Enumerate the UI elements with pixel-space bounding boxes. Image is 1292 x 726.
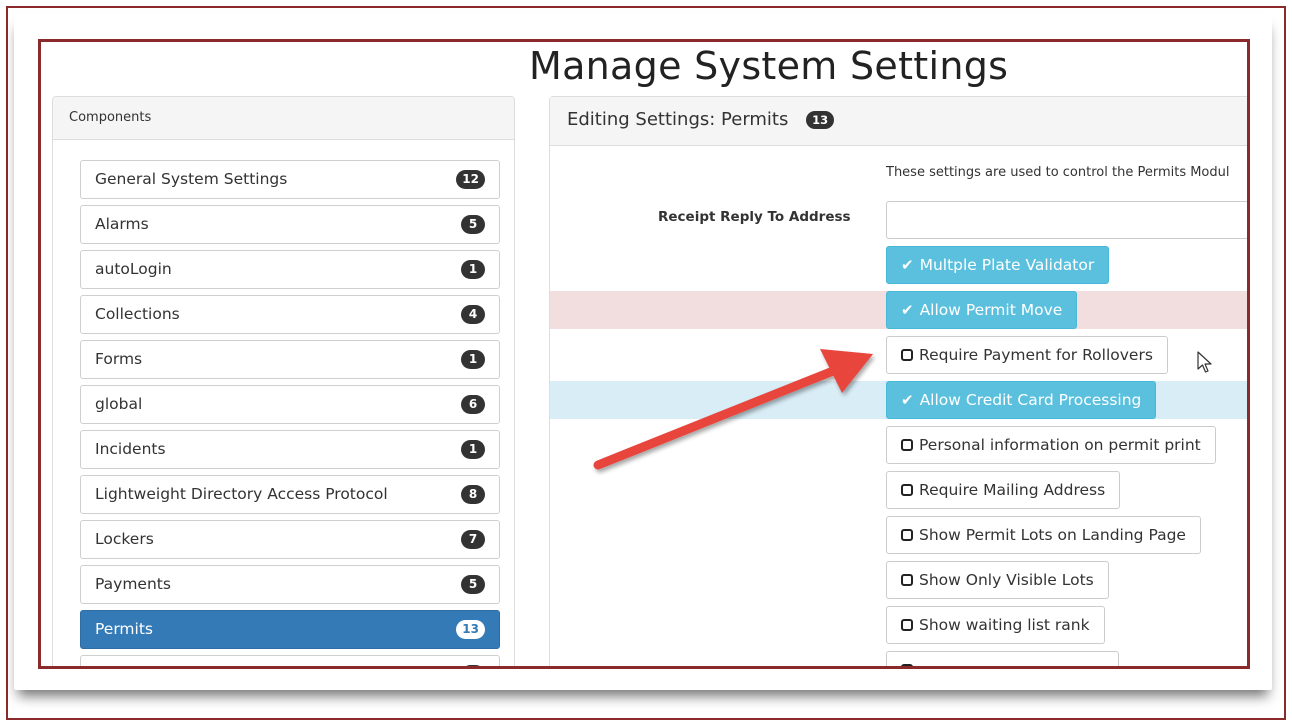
component-item-ldap[interactable]: Lightweight Directory Access Protocol 8	[80, 475, 500, 514]
unchecked-square-icon	[901, 664, 913, 666]
count-badge: 7	[461, 530, 485, 549]
toggle-label: Show Permit Lots on Landing Page	[919, 526, 1186, 544]
count-badge: 12	[456, 170, 485, 189]
toggle-label: Show waiting list rank	[919, 616, 1090, 634]
mouse-cursor-icon	[1197, 351, 1212, 373]
settings-header: Editing Settings: Permits 13	[550, 97, 1247, 146]
toggle-multiple-plate-validator[interactable]: ✔ Multple Plate Validator	[886, 246, 1110, 284]
check-icon: ✔	[901, 301, 914, 319]
toggle-label: Allow Credit Card Processing	[919, 391, 1142, 409]
component-item-global[interactable]: global 6	[80, 385, 500, 424]
unchecked-square-icon	[901, 529, 913, 541]
component-item-partial[interactable]	[80, 655, 500, 666]
toggle-label: Personal information on permit print	[919, 436, 1201, 454]
page-title: Manage System Settings	[529, 44, 1009, 88]
count-badge: 5	[461, 215, 485, 234]
count-badge: 8	[461, 485, 485, 504]
check-icon: ✔	[901, 256, 914, 274]
component-label: Incidents	[95, 440, 166, 458]
toggle-label: Show Only Visible Lots	[919, 571, 1094, 589]
component-label: Alarms	[95, 215, 149, 233]
count-badge: 1	[461, 350, 485, 369]
components-panel: Components General System Settings 12 Al…	[52, 96, 515, 666]
receipt-reply-label: Receipt Reply To Address	[658, 209, 851, 225]
check-icon: ✔	[901, 391, 914, 409]
unchecked-square-icon	[901, 574, 913, 586]
count-badge: 1	[461, 440, 485, 459]
settings-header-title: Editing Settings: Permits	[567, 109, 789, 130]
toggle-label: Allow Permit Move	[919, 301, 1063, 319]
component-item-lockers[interactable]: Lockers 7	[80, 520, 500, 559]
settings-description: These settings are used to control the P…	[886, 165, 1230, 180]
toggle-label: Require Payment for Rollovers	[919, 346, 1153, 364]
settings-panel: Editing Settings: Permits 13 These setti…	[549, 96, 1247, 666]
component-label: Payments	[95, 575, 171, 593]
unchecked-square-icon	[901, 349, 913, 361]
components-header: Components	[53, 97, 514, 140]
component-item-payments[interactable]: Payments 5	[80, 565, 500, 604]
components-list: General System Settings 12 Alarms 5 auto…	[80, 160, 500, 666]
toggle-allow-permit-move[interactable]: ✔ Allow Permit Move	[886, 291, 1078, 329]
component-item-autologin[interactable]: autoLogin 1	[80, 250, 500, 289]
component-label: Forms	[95, 350, 143, 368]
toggle-label: Multple Plate Validator	[919, 256, 1095, 274]
component-item-incidents[interactable]: Incidents 1	[80, 430, 500, 469]
count-badge: 5	[461, 575, 485, 594]
unchecked-square-icon	[901, 484, 913, 496]
component-item-collections[interactable]: Collections 4	[80, 295, 500, 334]
component-label: Collections	[95, 305, 180, 323]
toggle-personal-info-print[interactable]: Personal information on permit print	[886, 426, 1216, 464]
count-badge: 1	[461, 260, 485, 279]
count-badge	[461, 665, 485, 666]
component-label: global	[95, 395, 143, 413]
component-label: Lightweight Directory Access Protocol	[95, 485, 388, 503]
app-window: Manage System Settings Components Genera…	[38, 39, 1250, 669]
component-item-forms[interactable]: Forms 1	[80, 340, 500, 379]
component-label: General System Settings	[95, 170, 288, 188]
toggle-require-mailing-address[interactable]: Require Mailing Address	[886, 471, 1121, 509]
toggle-allow-credit-card[interactable]: ✔ Allow Credit Card Processing	[886, 381, 1157, 419]
unchecked-square-icon	[901, 439, 913, 451]
toggle-show-visible-lots[interactable]: Show Only Visible Lots	[886, 561, 1109, 599]
component-item-alarms[interactable]: Alarms 5	[80, 205, 500, 244]
toggle-partial[interactable]	[886, 651, 1119, 666]
component-label: Permits	[95, 620, 153, 638]
settings-count-badge: 13	[806, 111, 835, 129]
unchecked-square-icon	[901, 619, 913, 631]
toggle-show-permit-lots[interactable]: Show Permit Lots on Landing Page	[886, 516, 1201, 554]
toggle-label: Require Mailing Address	[919, 481, 1106, 499]
component-item-permits[interactable]: Permits 13	[80, 610, 500, 649]
component-label: Lockers	[95, 530, 154, 548]
toggle-show-waiting-list-rank[interactable]: Show waiting list rank	[886, 606, 1105, 644]
receipt-reply-input[interactable]	[886, 201, 1247, 239]
component-label: autoLogin	[95, 260, 172, 278]
toggle-require-payment-rollovers[interactable]: Require Payment for Rollovers	[886, 336, 1168, 374]
count-badge: 6	[461, 395, 485, 414]
component-item-general-system-settings[interactable]: General System Settings 12	[80, 160, 500, 199]
count-badge: 4	[461, 305, 485, 324]
count-badge: 13	[456, 620, 485, 639]
